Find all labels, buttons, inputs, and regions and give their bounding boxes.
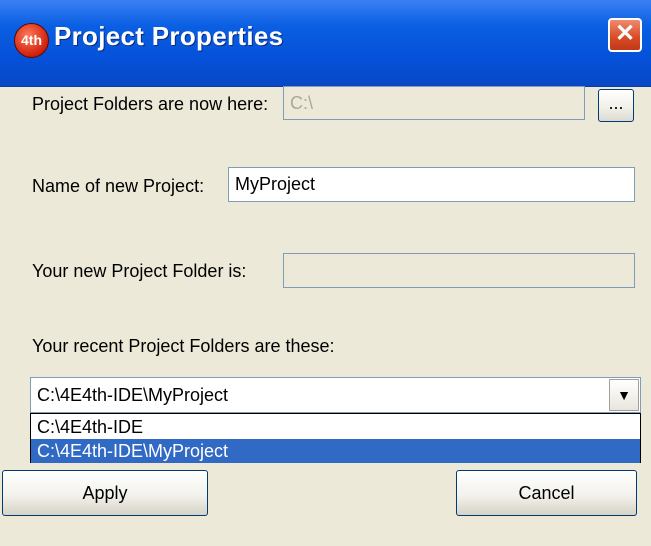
- cancel-button[interactable]: Cancel: [456, 470, 637, 516]
- apply-button[interactable]: Apply: [2, 470, 208, 516]
- app-4th-icon: 4th: [14, 23, 49, 58]
- new-project-folder-label: Your new Project Folder is:: [32, 261, 247, 281]
- recent-folders-selected-value: C:\4E4th-IDE\MyProject: [37, 385, 229, 405]
- project-properties-dialog: 4th Project Properties ✕ Project Folders…: [0, 0, 651, 546]
- new-project-folder-field: [283, 253, 635, 288]
- window-title: Project Properties: [54, 21, 284, 51]
- chevron-down-icon[interactable]: ▼: [609, 379, 639, 411]
- title-bar[interactable]: 4th Project Properties ✕: [0, 0, 651, 87]
- recent-folders-combo[interactable]: C:\4E4th-IDE\MyProject ▼: [30, 377, 641, 413]
- recent-folders-label: Your recent Project Folders are these:: [32, 336, 335, 356]
- recent-folder-option-1[interactable]: C:\4E4th-IDE: [31, 415, 640, 439]
- project-folders-field: C:\: [283, 86, 585, 120]
- new-project-name-label: Name of new Project:: [32, 176, 205, 196]
- recent-folder-option-2[interactable]: C:\4E4th-IDE\MyProject: [31, 439, 640, 463]
- recent-folders-dropdown-list: C:\4E4th-IDE C:\4E4th-IDE\MyProject: [30, 413, 641, 463]
- new-project-name-input[interactable]: MyProject: [228, 167, 635, 202]
- close-button[interactable]: ✕: [608, 18, 642, 52]
- project-folders-label: Project Folders are now here:: [32, 94, 269, 114]
- browse-button[interactable]: ...: [598, 89, 634, 122]
